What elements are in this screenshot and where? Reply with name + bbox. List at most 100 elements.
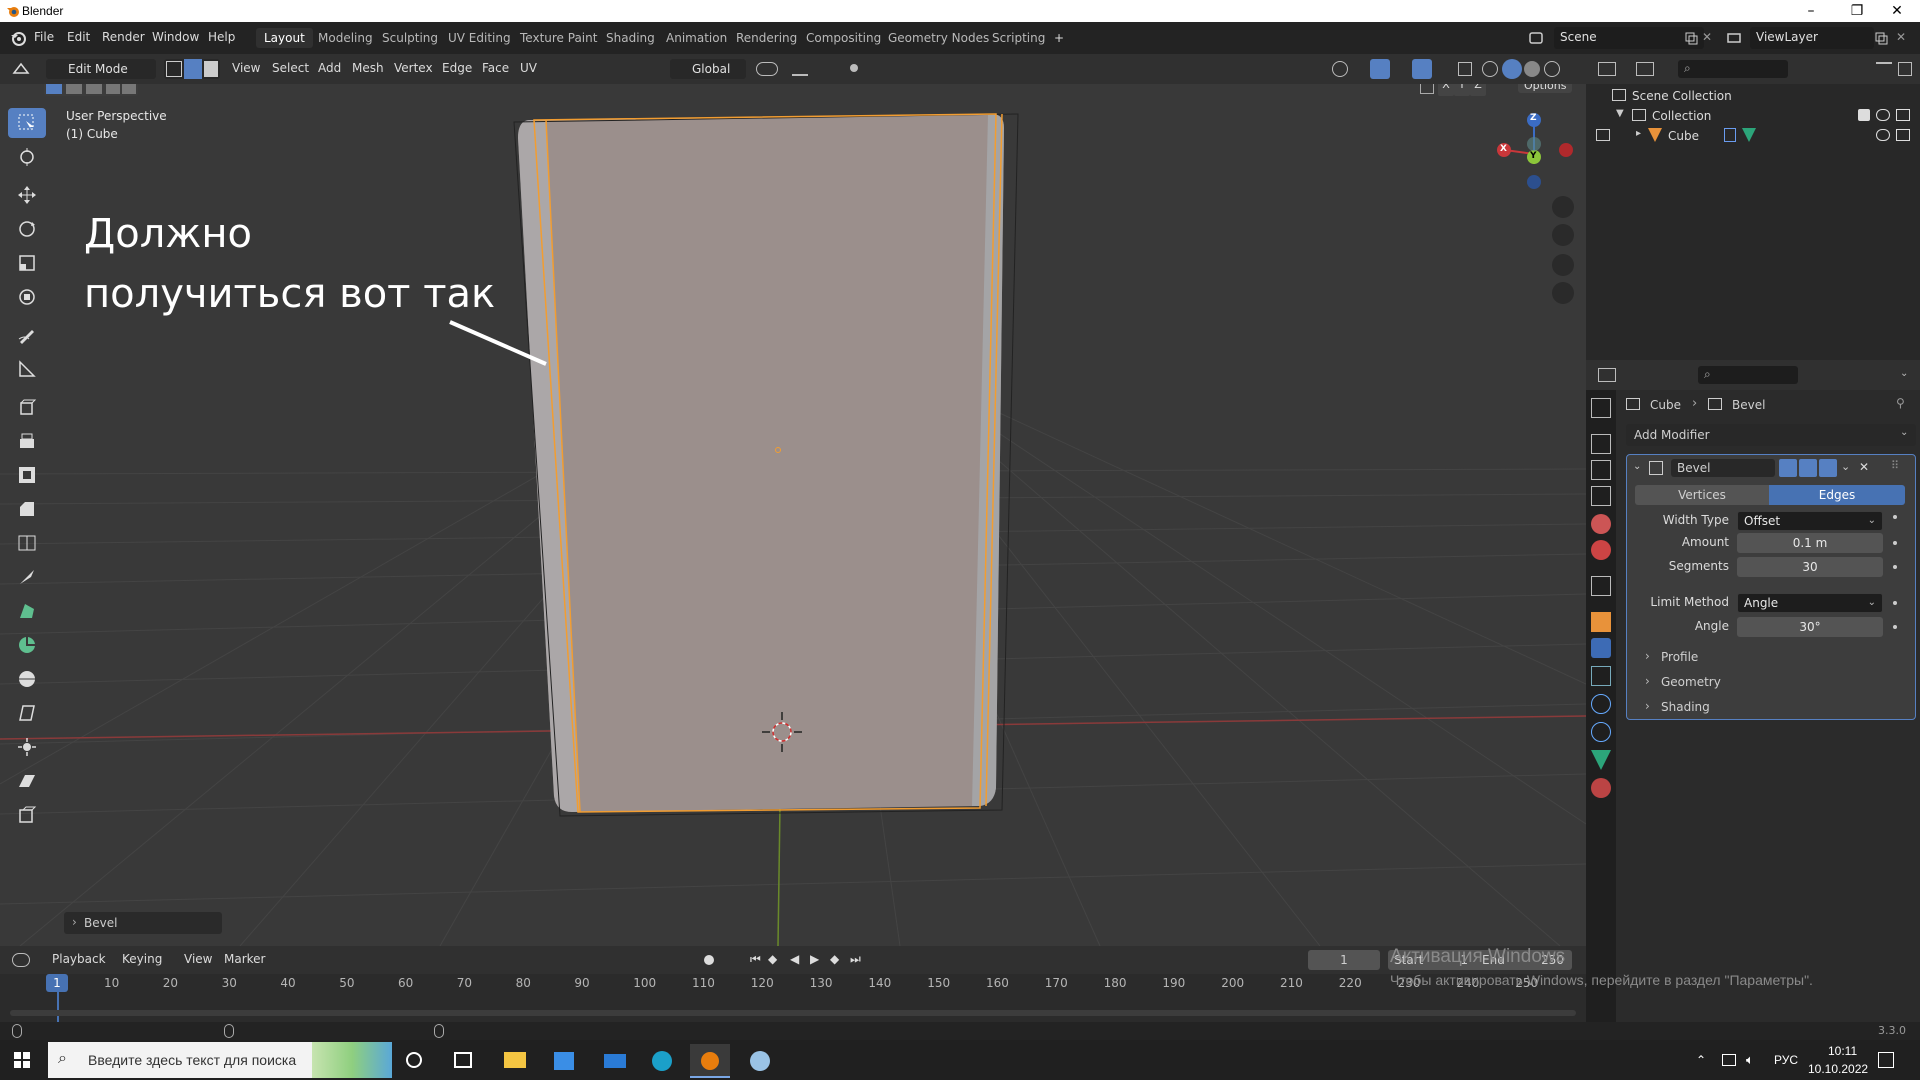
face-select-button[interactable] bbox=[204, 61, 218, 77]
play-reverse-icon[interactable]: ◀ bbox=[790, 952, 799, 966]
menu-help[interactable]: Help bbox=[208, 30, 235, 44]
outliner-row-cube[interactable]: ▸ Cube bbox=[1586, 126, 1920, 146]
collection-render-camera-icon[interactable] bbox=[1896, 109, 1910, 121]
timeline-scrollbar[interactable] bbox=[10, 1010, 1576, 1016]
material-shading-icon[interactable] bbox=[1524, 61, 1540, 77]
collapse-modifier-icon[interactable]: ⌄ bbox=[1633, 461, 1641, 472]
mirror-y-button[interactable]: Y bbox=[1454, 84, 1470, 96]
menu-keying[interactable]: Keying bbox=[118, 950, 166, 970]
tab-rendering[interactable]: Rendering bbox=[728, 28, 805, 48]
affect-edges-button[interactable]: Edges bbox=[1769, 485, 1905, 505]
menu-view-timeline[interactable]: View bbox=[180, 950, 216, 970]
animate-property-dot[interactable] bbox=[1893, 625, 1897, 629]
jump-end-icon[interactable]: ⏭ bbox=[850, 952, 861, 967]
pan-hand-icon[interactable] bbox=[1552, 224, 1574, 246]
menu-view[interactable]: View bbox=[228, 59, 264, 79]
menu-marker[interactable]: Marker bbox=[220, 950, 269, 970]
menu-edge[interactable]: Edge bbox=[438, 59, 476, 79]
tab-animation[interactable]: Animation bbox=[658, 28, 735, 48]
pin-icon[interactable]: ⚲ bbox=[1896, 396, 1905, 410]
mode-selector[interactable]: Edit Mode bbox=[46, 59, 156, 79]
delete-modifier-icon[interactable]: ✕ bbox=[1859, 460, 1869, 474]
duplicate-view-layer-icon[interactable] bbox=[1874, 31, 1888, 45]
next-keyframe-icon[interactable]: ◆ bbox=[830, 952, 839, 966]
material-tab-icon[interactable] bbox=[1591, 778, 1611, 798]
cortana-icon[interactable] bbox=[406, 1052, 422, 1068]
microsoft-store-icon[interactable] bbox=[544, 1044, 584, 1078]
select-new-button[interactable] bbox=[46, 84, 62, 94]
gizmo-toggle-icon[interactable] bbox=[1370, 59, 1390, 79]
tool-smooth[interactable] bbox=[8, 664, 46, 694]
outliner-row-scene-collection[interactable]: Scene Collection bbox=[1586, 86, 1920, 106]
mail-icon[interactable] bbox=[594, 1044, 634, 1078]
visibility-icon[interactable] bbox=[1332, 61, 1348, 77]
chevron-down-icon[interactable]: ⌄ bbox=[1900, 368, 1908, 379]
volume-icon[interactable]: 🔈︎ bbox=[1746, 1052, 1754, 1068]
properties-editor-icon[interactable] bbox=[1598, 368, 1616, 382]
drag-handle-icon[interactable]: ⠿ bbox=[1891, 459, 1899, 472]
menu-render[interactable]: Render bbox=[102, 30, 145, 44]
limit-method-select[interactable]: Angle ⌄ bbox=[1737, 593, 1883, 613]
menu-add[interactable]: Add bbox=[314, 59, 345, 79]
editor-type-icon[interactable] bbox=[12, 61, 30, 77]
perspective-toggle-icon[interactable] bbox=[1552, 282, 1574, 304]
menu-mesh[interactable]: Mesh bbox=[348, 59, 388, 79]
edit-mode-display-icon[interactable] bbox=[1779, 459, 1797, 477]
blender-menu-icon[interactable] bbox=[10, 30, 26, 46]
delete-scene-icon[interactable]: ✕ bbox=[1702, 30, 1712, 44]
cube-visibility-eye-icon[interactable] bbox=[1876, 129, 1890, 141]
tool-rip-region[interactable] bbox=[8, 800, 46, 830]
tab-sculpting[interactable]: Sculpting bbox=[374, 28, 446, 48]
close-window-button[interactable]: ✕ bbox=[1874, 0, 1920, 22]
current-frame-field[interactable]: 1 bbox=[1308, 950, 1380, 970]
edit-mode-toggle-icon[interactable] bbox=[1596, 129, 1610, 141]
blender-taskbar-icon[interactable] bbox=[690, 1044, 730, 1078]
data-tab-icon[interactable] bbox=[1591, 750, 1611, 770]
collection-tab-icon[interactable] bbox=[1591, 576, 1611, 596]
viewport-display-icon[interactable] bbox=[1799, 459, 1817, 477]
mirror-x-button[interactable]: X bbox=[1438, 84, 1454, 96]
view-layer-icon[interactable] bbox=[1726, 30, 1742, 46]
select-invert-button[interactable] bbox=[106, 84, 120, 94]
view-layer-tab-icon[interactable] bbox=[1591, 486, 1611, 506]
options-dropdown[interactable]: Options bbox=[1518, 84, 1573, 93]
show-hidden-icons-chevron-icon[interactable]: ⌃ bbox=[1696, 1053, 1706, 1067]
add-modifier-dropdown[interactable]: Add Modifier ⌄ bbox=[1626, 424, 1916, 446]
tool-annotate[interactable] bbox=[8, 320, 46, 350]
scene-selector[interactable]: Scene bbox=[1554, 27, 1704, 49]
snap-icon[interactable] bbox=[792, 62, 808, 76]
mesh-data-icon[interactable] bbox=[1742, 128, 1756, 142]
tool-knife[interactable] bbox=[8, 562, 46, 592]
render-display-icon[interactable] bbox=[1819, 459, 1837, 477]
zoom-icon[interactable] bbox=[1552, 196, 1574, 218]
edge-select-button[interactable] bbox=[184, 59, 202, 79]
menu-vertex[interactable]: Vertex bbox=[390, 59, 437, 79]
notifications-icon[interactable] bbox=[1878, 1052, 1894, 1068]
select-extend-button[interactable] bbox=[66, 84, 82, 94]
prev-keyframe-icon[interactable]: ◆ bbox=[768, 952, 777, 966]
cube-render-camera-icon[interactable] bbox=[1896, 129, 1910, 141]
tool-edge-slide[interactable] bbox=[8, 698, 46, 728]
tab-scripting[interactable]: Scripting bbox=[984, 28, 1053, 48]
timeline-editor-icon[interactable] bbox=[12, 953, 30, 967]
pivot-point-icon[interactable] bbox=[756, 62, 778, 76]
outliner-editor-icon[interactable] bbox=[1598, 62, 1616, 76]
output-tab-icon[interactable] bbox=[1591, 460, 1611, 480]
auto-keying-icon[interactable] bbox=[704, 955, 714, 965]
camera-view-icon[interactable] bbox=[1552, 254, 1574, 276]
animate-property-dot[interactable] bbox=[1893, 565, 1897, 569]
physics-tab-icon[interactable] bbox=[1591, 694, 1611, 714]
tool-shear[interactable] bbox=[8, 766, 46, 796]
delete-view-layer-icon[interactable]: ✕ bbox=[1896, 30, 1906, 44]
tool-scale[interactable] bbox=[8, 248, 46, 278]
select-subtract-button[interactable] bbox=[86, 84, 102, 94]
tool-extrude[interactable] bbox=[8, 426, 46, 456]
tool-spin[interactable] bbox=[8, 630, 46, 660]
animate-property-dot[interactable] bbox=[1893, 601, 1897, 605]
menu-select[interactable]: Select bbox=[268, 59, 313, 79]
world-tab-icon[interactable] bbox=[1591, 540, 1611, 560]
tab-shading[interactable]: Shading bbox=[598, 28, 663, 48]
tab-texture-paint[interactable]: Texture Paint bbox=[512, 28, 605, 48]
duplicate-scene-icon[interactable] bbox=[1684, 31, 1698, 45]
wireframe-shading-icon[interactable] bbox=[1482, 61, 1498, 77]
